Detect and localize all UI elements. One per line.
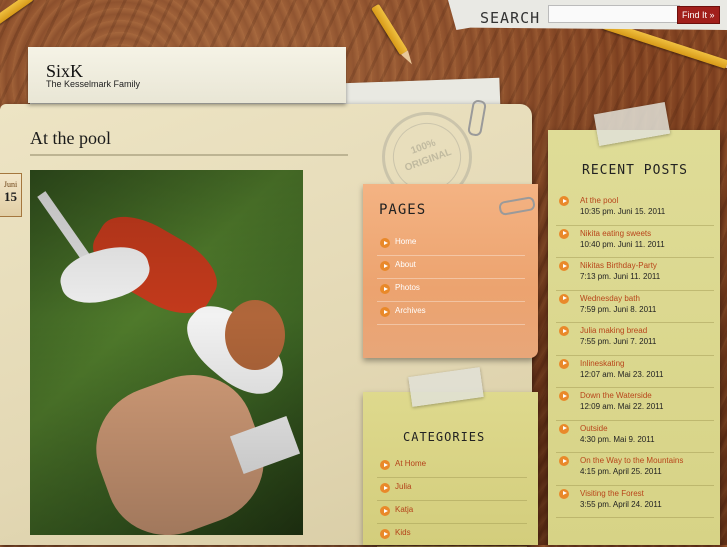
category-item[interactable]: Kids [377, 524, 527, 547]
arrow-bullet-icon [559, 358, 569, 369]
recent-post-date: 4:15 pm. April 25. 2011 [580, 467, 662, 476]
category-item-label[interactable]: Julia [395, 482, 411, 491]
recent-post-date: 10:40 pm. Juni 11. 2011 [580, 239, 665, 249]
search-input[interactable] [548, 5, 680, 23]
recent-posts-list: At the pool 10:35 pm. Juni 15. 2011 Nikit… [556, 193, 714, 518]
recent-post-date: 12:07 am. Mai 23. 2011 [580, 369, 664, 379]
category-item-label[interactable]: Kids [395, 528, 411, 537]
find-it-button[interactable]: Find It » [677, 6, 720, 24]
recent-post-item[interactable]: Visiting the Forest 3:55 pm. April 24. 20… [556, 486, 714, 518]
categories-heading: CATEGORIES [403, 430, 486, 444]
recent-post-item[interactable]: Julia making bread 7:55 pm. Juni 7. 2011 [556, 323, 714, 356]
recent-post-date: 4:30 pm. Mai 9. 2011 [580, 434, 655, 444]
recent-posts-widget: RECENT POSTS At the pool 10:35 pm. Juni 1… [548, 130, 720, 545]
pages-item[interactable]: About [377, 256, 525, 279]
arrow-bullet-icon [559, 423, 569, 434]
category-item[interactable]: Julia [377, 478, 527, 501]
arrow-bullet-icon [559, 326, 569, 336]
recent-post-title[interactable]: On the Way to the Mountains [580, 453, 714, 467]
date-badge: Juni 15 [0, 173, 22, 217]
arrow-bullet-icon [559, 261, 569, 271]
date-month: Juni [3, 180, 18, 189]
recent-post-title[interactable]: Down the Waterside [580, 388, 714, 402]
recent-post-title[interactable]: Julia making bread [580, 323, 714, 337]
recent-post-title[interactable]: Wednesday bath [580, 291, 714, 305]
arrow-bullet-icon [380, 529, 390, 539]
recent-post-title[interactable]: Nikitas Birthday-Party [580, 258, 714, 272]
category-item-label[interactable]: At Home [395, 459, 426, 468]
recent-post-date: 10:35 pm. Juni 15. 2011 [580, 207, 666, 216]
recent-post-date: 7:59 pm. Juni 8. 2011 [580, 304, 657, 314]
site-header: SixK The Kesselmark Family [28, 47, 346, 103]
arrow-bullet-icon [380, 460, 390, 470]
recent-post-title[interactable]: At the pool [580, 193, 714, 207]
recent-posts-heading: RECENT POSTS [582, 163, 688, 178]
pencil-decoration [0, 0, 34, 27]
pages-item[interactable]: Photos [377, 279, 525, 302]
post-photo[interactable] [30, 170, 303, 535]
arrow-bullet-icon [380, 506, 390, 516]
arrow-bullet-icon [559, 488, 569, 499]
pages-item-label[interactable]: About [395, 260, 416, 269]
post-title[interactable]: At the pool [30, 128, 111, 149]
recent-post-item[interactable]: On the Way to the Mountains 4:15 pm. Apri… [556, 453, 714, 486]
arrow-bullet-icon [559, 293, 569, 304]
date-day: 15 [4, 189, 17, 204]
pages-list: Home About Photos Archives [377, 233, 525, 325]
recent-post-date: 3:55 pm. April 24. 2011 [580, 499, 662, 509]
arrow-bullet-icon [559, 228, 569, 239]
pages-heading: PAGES [379, 202, 427, 218]
recent-post-item[interactable]: At the pool 10:35 pm. Juni 15. 2011 [556, 193, 714, 226]
recent-post-item[interactable]: Outside 4:30 pm. Mai 9. 2011 [556, 421, 714, 453]
photo-detail [30, 170, 303, 535]
category-item-label[interactable]: Katja [395, 505, 413, 514]
pages-item[interactable]: Archives [377, 302, 525, 325]
recent-post-item[interactable]: Nikita eating sweets 10:40 pm. Juni 11. 2… [556, 226, 714, 258]
site-tagline: The Kesselmark Family [46, 79, 141, 89]
recent-post-title[interactable]: Outside [580, 421, 714, 435]
categories-list: At Home Julia Katja Kids [377, 455, 527, 547]
pencil-decoration [371, 3, 416, 67]
arrow-bullet-icon [380, 307, 390, 317]
arrow-bullet-icon [559, 456, 569, 466]
recent-post-item[interactable]: Wednesday bath 7:59 pm. Juni 8. 2011 [556, 291, 714, 323]
category-item[interactable]: Katja [377, 501, 527, 524]
recent-post-date: 7:13 pm. Juni 11. 2011 [580, 272, 661, 281]
categories-widget: CATEGORIES At Home Julia Katja Kids [363, 392, 538, 547]
recent-post-date: 7:55 pm. Juni 7. 2011 [580, 337, 657, 346]
arrow-bullet-icon [559, 391, 569, 401]
category-item[interactable]: At Home [377, 455, 527, 478]
recent-post-title[interactable]: Nikita eating sweets [580, 226, 714, 240]
arrow-bullet-icon [559, 196, 569, 206]
search-label: SEARCH [480, 9, 541, 27]
pages-item-label[interactable]: Photos [395, 283, 420, 292]
arrow-bullet-icon [380, 284, 390, 294]
recent-post-item[interactable]: Inlineskating 12:07 am. Mai 23. 2011 [556, 356, 714, 388]
pages-item-label[interactable]: Archives [395, 306, 426, 315]
recent-post-item[interactable]: Down the Waterside 12:09 am. Mai 22. 2011 [556, 388, 714, 421]
arrow-bullet-icon [380, 261, 390, 271]
arrow-bullet-icon [380, 238, 390, 248]
recent-post-item[interactable]: Nikitas Birthday-Party 7:13 pm. Juni 11. … [556, 258, 714, 291]
recent-post-title[interactable]: Visiting the Forest [580, 486, 714, 500]
title-divider [30, 154, 348, 156]
pages-item-label[interactable]: Home [395, 237, 416, 246]
recent-post-date: 12:09 am. Mai 22. 2011 [580, 402, 664, 411]
pages-item[interactable]: Home [377, 233, 525, 256]
recent-post-title[interactable]: Inlineskating [580, 356, 714, 370]
arrow-bullet-icon [380, 483, 390, 493]
